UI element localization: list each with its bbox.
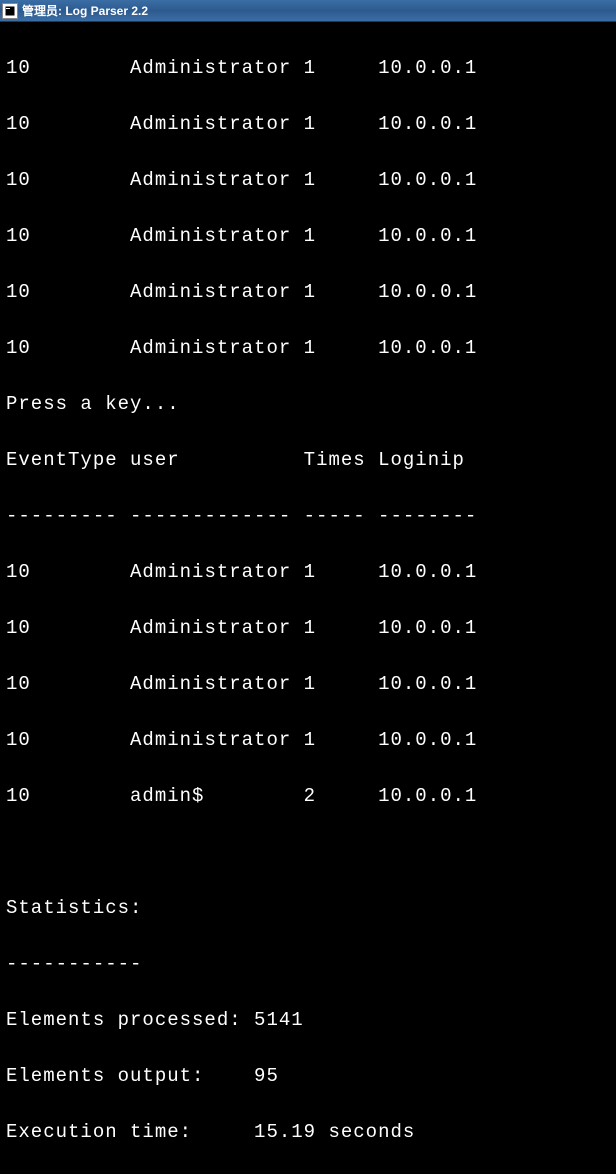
stats-processed: Elements processed: 5141 <box>6 1006 610 1034</box>
app-icon <box>2 3 18 19</box>
divider-line: --------- ------------- ----- -------- <box>6 502 610 530</box>
window-title: 管理员: Log Parser 2.2 <box>22 2 148 19</box>
table-row: 10 Administrator 1 10.0.0.1 <box>6 558 610 586</box>
table-row: 10 Administrator 1 10.0.0.1 <box>6 110 610 138</box>
stats-divider: ----------- <box>6 950 610 978</box>
table-row: 10 Administrator 1 10.0.0.1 <box>6 166 610 194</box>
stats-time: Execution time: 15.19 seconds <box>6 1118 610 1146</box>
window-titlebar[interactable]: 管理员: Log Parser 2.2 <box>0 0 616 22</box>
table-row: 10 Administrator 1 10.0.0.1 <box>6 222 610 250</box>
terminal-output: 10 Administrator 1 10.0.0.1 10 Administr… <box>0 22 616 669</box>
table-row: 10 Administrator 1 10.0.0.1 <box>6 670 610 698</box>
table-row: 10 Administrator 1 10.0.0.1 <box>6 334 610 362</box>
table-row: 10 Administrator 1 10.0.0.1 <box>6 54 610 82</box>
table-row: 10 admin$ 2 10.0.0.1 <box>6 782 610 810</box>
blank-line <box>6 838 610 866</box>
stats-title: Statistics: <box>6 894 610 922</box>
header-row: EventType user Times Loginip <box>6 446 610 474</box>
stats-output: Elements output: 95 <box>6 1062 610 1090</box>
table-row: 10 Administrator 1 10.0.0.1 <box>6 614 610 642</box>
table-row: 10 Administrator 1 10.0.0.1 <box>6 278 610 306</box>
prompt-line: Press a key... <box>6 390 610 418</box>
table-row: 10 Administrator 1 10.0.0.1 <box>6 726 610 754</box>
